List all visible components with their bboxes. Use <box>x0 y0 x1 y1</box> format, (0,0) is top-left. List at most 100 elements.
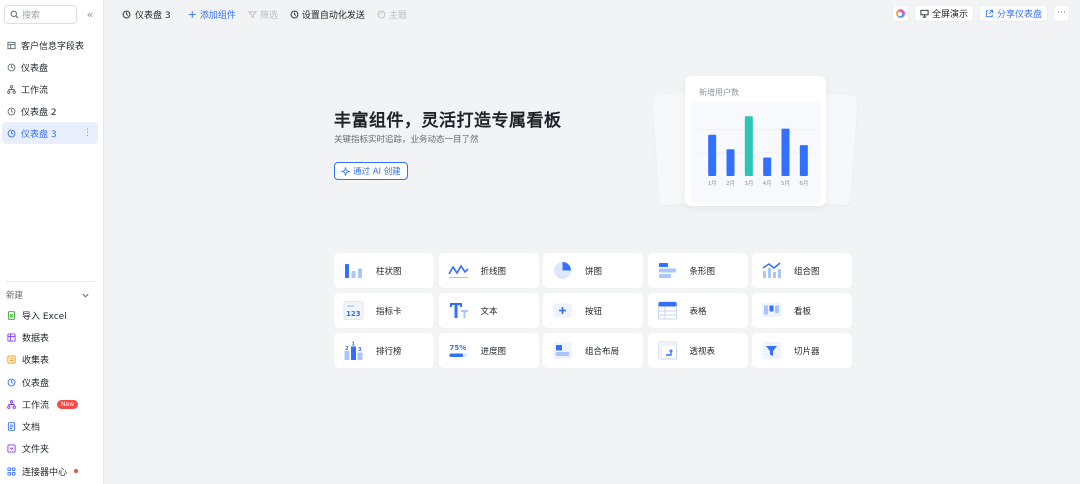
presentation-icon <box>920 9 929 18</box>
chart-tick-label: 3月 <box>744 180 753 187</box>
new-connector-center[interactable]: 连接器中心 <box>2 460 98 482</box>
new-item-label: 导入 Excel <box>22 311 67 322</box>
table-icon <box>7 41 16 50</box>
workflow-icon <box>7 400 16 409</box>
new-section-header[interactable]: 新建 <box>6 288 90 302</box>
component-button[interactable]: 按钮 <box>543 293 643 328</box>
chart-bar <box>744 116 753 176</box>
chart-bar <box>726 149 735 176</box>
form-icon <box>7 355 16 364</box>
svg-text:3: 3 <box>358 347 362 353</box>
sidebar-item-label: 仪表盘 <box>21 63 49 74</box>
kanban-icon <box>761 300 782 321</box>
sidebar-item-dashboard[interactable]: 仪表盘 <box>2 56 98 78</box>
text-icon <box>448 300 469 321</box>
toolbar-right: 全屏演示 分享仪表盘 ⋯ <box>891 5 1070 22</box>
theme-label: 主题 <box>388 10 407 21</box>
sidebar-item-label: 工作流 <box>21 85 49 96</box>
ai-create-label: 通过 AI 创建 <box>353 167 401 177</box>
sidebar-item-label: 仪表盘 2 <box>21 107 57 118</box>
new-dashboard[interactable]: 仪表盘 <box>2 371 98 393</box>
chart-tick-label: 4月 <box>763 180 772 187</box>
chevron-down-icon[interactable] <box>81 291 90 300</box>
component-pie-chart[interactable]: 饼图 <box>543 253 643 288</box>
filter-icon <box>247 10 257 19</box>
fullscreen-button[interactable]: 全屏演示 <box>913 5 974 22</box>
new-doc[interactable]: 文档 <box>2 415 98 437</box>
chart-tick-label: 5月 <box>781 180 790 187</box>
component-kanban[interactable]: 看板 <box>752 293 852 328</box>
line-chart-icon <box>447 260 469 281</box>
sidebar-item-customer-table[interactable]: 客户信息字段表 <box>2 34 98 56</box>
component-horizontal-bar[interactable]: 条形图 <box>647 253 748 288</box>
component-metric-card[interactable]: 123 指标卡 <box>334 293 434 328</box>
ai-create-button[interactable]: 通过 AI 创建 <box>334 162 408 180</box>
share-label: 分享仪表盘 <box>996 10 1042 20</box>
component-label: 按钮 <box>585 306 603 317</box>
chart-bar <box>799 145 808 176</box>
dashboard-icon <box>7 107 16 116</box>
more-horizontal-icon: ⋯ <box>1057 8 1066 18</box>
folder-icon <box>7 444 16 453</box>
chart-bar <box>781 128 790 176</box>
new-import-excel[interactable]: 导入 Excel <box>2 304 98 326</box>
ai-assistant-button[interactable] <box>891 5 909 22</box>
component-pivot-table[interactable]: 透视表 <box>647 333 748 368</box>
add-component-label: 添加组件 <box>199 10 236 21</box>
search-input[interactable]: 搜索 <box>4 5 77 24</box>
filter-button[interactable]: 筛选 <box>244 6 282 22</box>
component-progress[interactable]: 75% 进度图 <box>438 333 539 368</box>
doc-icon <box>7 422 16 431</box>
clock-send-icon <box>290 10 299 19</box>
notification-dot <box>74 469 79 474</box>
chart-title: 新增用户数 <box>699 88 739 97</box>
fullscreen-label: 全屏演示 <box>931 10 968 20</box>
component-combo-chart[interactable]: 组合图 <box>752 253 852 288</box>
sidebar-item-dashboard-3[interactable]: 仪表盘 3 ⋮ <box>2 122 98 144</box>
new-folder[interactable]: 文件夹 <box>2 438 98 460</box>
add-component-button[interactable]: + 添加组件 <box>184 6 240 22</box>
ai-assistant-icon <box>895 9 905 18</box>
new-datatable[interactable]: 数据表 <box>2 326 98 348</box>
chart-tick-label: 2月 <box>726 180 735 187</box>
new-item-label: 连接器中心 <box>22 467 68 478</box>
collapse-sidebar-icon[interactable]: « <box>84 8 96 21</box>
component-grid: 柱状图 折线图 饼图 条形图 组合图 123 指标卡 文本 按钮 表格 看板 1… <box>334 253 853 368</box>
component-bar-chart[interactable]: 柱状图 <box>334 253 434 288</box>
component-label: 排行榜 <box>376 346 402 357</box>
component-layout[interactable]: 组合布局 <box>543 333 643 368</box>
new-workflow[interactable]: 工作流 New <box>2 393 98 415</box>
new-form[interactable]: 收集表 <box>2 349 98 371</box>
palette-icon <box>377 10 386 19</box>
component-label: 切片器 <box>794 346 820 357</box>
new-item-label: 文件夹 <box>22 445 50 456</box>
component-line-chart[interactable]: 折线图 <box>438 253 539 288</box>
component-slicer[interactable]: 切片器 <box>752 333 852 368</box>
share-dashboard-button[interactable]: 分享仪表盘 <box>978 5 1048 22</box>
theme-button[interactable]: 主题 <box>373 6 411 22</box>
component-text[interactable]: 文本 <box>438 293 539 328</box>
component-label: 透视表 <box>689 346 716 357</box>
sidebar-item-label: 客户信息字段表 <box>21 41 85 52</box>
component-label: 看板 <box>794 306 812 317</box>
new-item-label: 仪表盘 <box>22 378 50 389</box>
component-label: 进度图 <box>480 346 507 357</box>
more-icon[interactable]: ⋮ <box>83 128 92 138</box>
component-label: 指标卡 <box>376 306 402 317</box>
more-options-button[interactable]: ⋯ <box>1053 5 1070 22</box>
component-ranking[interactable]: 123 排行榜 <box>334 333 434 368</box>
sidebar-item-dashboard-2[interactable]: 仪表盘 2 <box>2 100 98 122</box>
sidebar-item-workflow[interactable]: 工作流 <box>2 78 98 100</box>
new-item-label: 收集表 <box>22 356 50 367</box>
illustration-chart-card: 新增用户数 1月 2月 3月 4月 5月 6月 <box>685 76 826 206</box>
new-badge: New <box>57 399 79 409</box>
automation-button[interactable]: 设置自动化发送 <box>286 6 369 22</box>
sparkle-icon <box>341 166 350 176</box>
slicer-icon <box>761 340 782 361</box>
hero-title: 丰富组件，灵活打造专属看板 <box>334 111 562 131</box>
component-table[interactable]: 表格 <box>647 293 748 328</box>
bar-chart-icon <box>343 260 364 281</box>
connector-icon <box>7 467 16 476</box>
component-label: 条形图 <box>689 266 716 277</box>
new-item-label: 数据表 <box>22 333 50 344</box>
